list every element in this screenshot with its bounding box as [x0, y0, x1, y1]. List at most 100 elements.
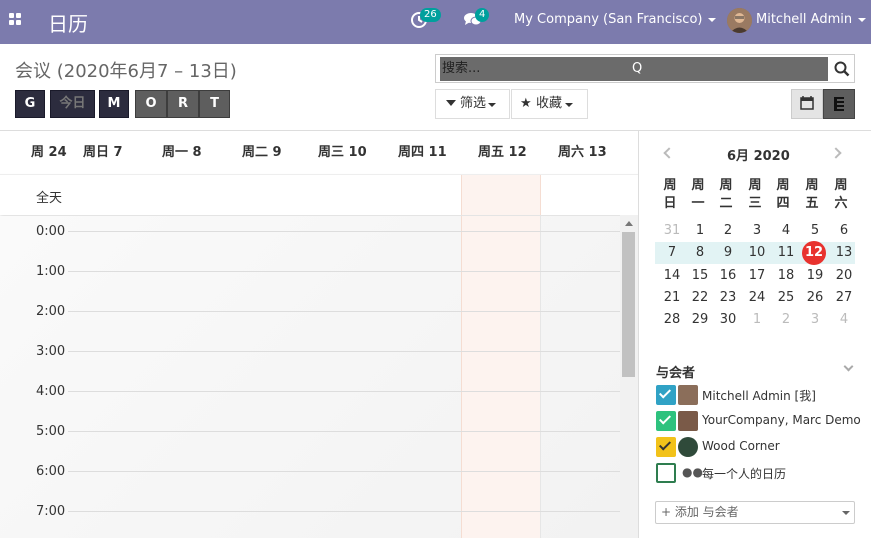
mini-day[interactable]: 21	[658, 287, 686, 309]
mini-day[interactable]: 14	[658, 265, 686, 287]
mini-calendar-prev-icon[interactable]	[663, 147, 675, 159]
hour-label: 6:00	[36, 464, 66, 479]
day-header[interactable]: 周四 11	[398, 141, 447, 160]
chevron-down-icon	[565, 103, 573, 107]
mini-day[interactable]: 10	[743, 242, 771, 264]
mini-day[interactable]: 15	[686, 265, 714, 287]
favorites-button[interactable]: ★ 收藏	[511, 89, 588, 119]
mini-day[interactable]: 5	[801, 220, 829, 242]
add-attendee-select[interactable]: + 添加 与会者	[655, 501, 855, 524]
checkbox[interactable]	[656, 437, 676, 457]
hour-line	[68, 271, 620, 272]
search-bar[interactable]: 搜索... Q	[435, 54, 855, 83]
prev-button[interactable]: G	[15, 90, 45, 118]
list-icon	[834, 97, 844, 111]
avatar	[678, 411, 698, 431]
mini-day[interactable]: 2	[772, 309, 800, 331]
day-header[interactable]: 周日 7	[83, 141, 123, 160]
mini-day[interactable]: 26	[801, 287, 829, 309]
user-menu[interactable]: Mitchell Admin	[756, 12, 867, 27]
mini-day[interactable]: 3	[801, 309, 829, 331]
today-button[interactable]: 今日	[50, 90, 95, 118]
day-header[interactable]: 周一 8	[162, 141, 202, 160]
mini-day[interactable]: 27	[830, 287, 858, 309]
weekday-header: 周 日	[663, 178, 677, 211]
list-view-button[interactable]	[823, 89, 855, 119]
mini-day[interactable]: 4	[830, 309, 858, 331]
mini-day[interactable]: 7	[658, 242, 686, 264]
mini-day[interactable]: 23	[714, 287, 742, 309]
mini-day[interactable]: 13	[830, 242, 858, 264]
vertical-scrollbar[interactable]	[620, 215, 638, 538]
mini-day[interactable]: 31	[658, 220, 686, 242]
weekday-header: 周 一	[691, 178, 705, 211]
user-avatar[interactable]	[727, 8, 752, 33]
mini-day[interactable]: 1	[686, 220, 714, 242]
mini-day[interactable]: 4	[772, 220, 800, 242]
collapse-chevron-icon[interactable]	[843, 361, 854, 372]
hour-line	[68, 471, 620, 472]
weekday-header: 周 二	[719, 178, 733, 211]
hour-line	[68, 311, 620, 312]
next-button[interactable]: M	[99, 90, 129, 118]
company-logo-icon	[678, 437, 698, 457]
calendar-view-button[interactable]	[791, 89, 823, 119]
scroll-up-arrow-icon[interactable]	[625, 221, 633, 226]
search-shortcut: Q	[632, 61, 643, 76]
mini-calendar-next-icon[interactable]	[830, 147, 842, 159]
hour-grid[interactable]: 0:00 1:00 2:00 3:00 4:00 5:00 6:00 7:00	[0, 216, 620, 538]
day-header[interactable]: 周五 12	[478, 141, 527, 160]
hour-label: 0:00	[36, 224, 66, 239]
mini-day[interactable]: 22	[686, 287, 714, 309]
mini-day[interactable]: 18	[772, 265, 800, 287]
month-scale-button[interactable]: T	[199, 90, 230, 118]
mini-day[interactable]: 24	[743, 287, 771, 309]
weekday-header: 周 六	[834, 178, 848, 211]
allday-row[interactable]: 全天	[0, 174, 638, 215]
weekday-header: 周 五	[805, 178, 819, 211]
checkbox[interactable]	[656, 463, 676, 483]
day-scale-button[interactable]: O	[135, 90, 167, 118]
day-header[interactable]: 周二 9	[242, 141, 282, 160]
mini-day[interactable]: 25	[772, 287, 800, 309]
mini-day[interactable]: 30	[714, 309, 742, 331]
apps-menu-icon[interactable]	[9, 13, 23, 27]
checkbox[interactable]	[656, 411, 676, 431]
filter-button[interactable]: 筛选	[435, 89, 510, 119]
week-scale-button[interactable]: R	[167, 90, 199, 118]
mini-day[interactable]: 29	[686, 309, 714, 331]
checkbox[interactable]	[656, 385, 676, 405]
mini-day[interactable]: 8	[686, 242, 714, 264]
mini-day[interactable]: 9	[714, 242, 742, 264]
hour-label: 3:00	[36, 344, 66, 359]
mini-day[interactable]: 6	[830, 220, 858, 242]
company-switcher[interactable]: My Company (San Francisco)	[514, 12, 717, 27]
hour-line	[68, 231, 620, 232]
mini-day[interactable]: 28	[658, 309, 686, 331]
today-column-allday	[461, 175, 541, 215]
mini-day[interactable]: 1	[743, 309, 771, 331]
mini-day[interactable]: 3	[743, 220, 771, 242]
scroll-thumb[interactable]	[622, 232, 635, 377]
app-title: 日历	[48, 12, 88, 36]
day-header[interactable]: 周三 10	[318, 141, 367, 160]
hour-line	[68, 511, 620, 512]
mini-day-today[interactable]: 12	[800, 242, 828, 264]
weekday-header: 周 三	[748, 178, 762, 211]
weekday-header: 周 四	[776, 178, 790, 211]
mini-day[interactable]: 17	[743, 265, 771, 287]
chevron-down-icon	[708, 17, 717, 22]
mini-day[interactable]: 2	[714, 220, 742, 242]
day-divider	[540, 216, 541, 538]
mini-day[interactable]: 19	[801, 265, 829, 287]
search-icon[interactable]	[834, 61, 850, 77]
filter-icon	[446, 100, 456, 106]
chevron-down-icon	[858, 17, 867, 22]
day-header[interactable]: 周六 13	[558, 141, 607, 160]
mini-day[interactable]: 16	[714, 265, 742, 287]
mini-day[interactable]: 11	[772, 242, 800, 264]
activity-count-badge: 26	[420, 8, 441, 22]
search-input[interactable]: 搜索... Q	[440, 57, 828, 81]
messages-count-badge: 4	[475, 8, 490, 22]
mini-day[interactable]: 20	[830, 265, 858, 287]
